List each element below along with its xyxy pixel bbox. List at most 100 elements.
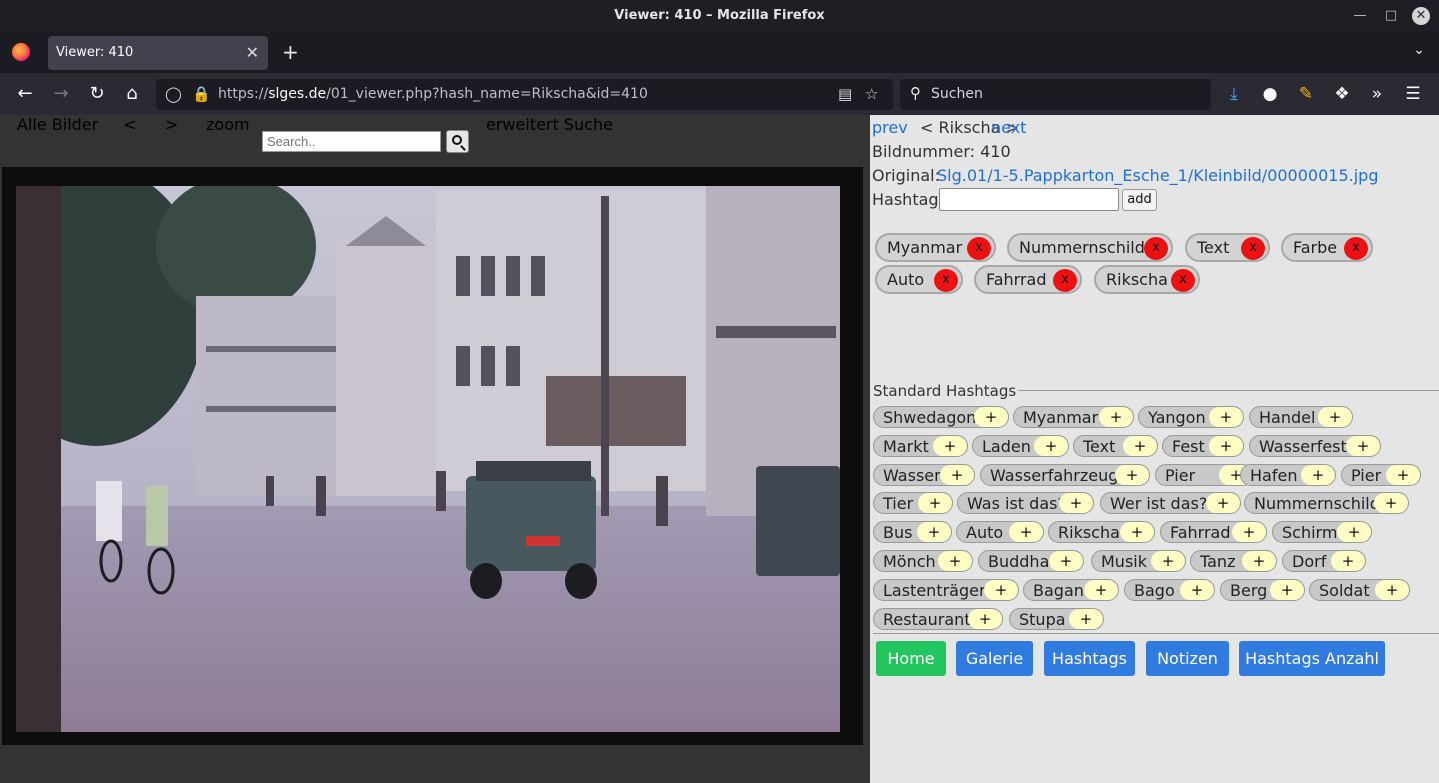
- reload-icon[interactable]: ↻: [86, 84, 108, 104]
- standard-hashtag-chip[interactable]: Musik +: [1091, 550, 1186, 572]
- next-link-text[interactable]: next: [991, 118, 1026, 137]
- add-standard-hashtag-button[interactable]: +: [1331, 551, 1365, 571]
- standard-hashtag-chip[interactable]: Schirm +: [1272, 521, 1372, 543]
- add-standard-hashtag-button[interactable]: +: [1242, 551, 1276, 571]
- standard-hashtag-chip[interactable]: Fahrrad +: [1160, 521, 1267, 543]
- minimize-icon[interactable]: —: [1351, 7, 1369, 25]
- forward-icon[interactable]: →: [50, 84, 72, 104]
- add-standard-hashtag-button[interactable]: +: [1337, 522, 1371, 542]
- standard-hashtag-chip[interactable]: Bus +: [873, 521, 952, 543]
- extensions-icon[interactable]: ❖: [1331, 84, 1353, 104]
- add-hashtag-button[interactable]: add: [1122, 189, 1157, 211]
- standard-hashtag-chip[interactable]: Text +: [1073, 435, 1158, 457]
- assigned-tag-label[interactable]: Auto: [887, 270, 924, 289]
- reader-view-icon[interactable]: ▤: [838, 85, 852, 103]
- browser-tab-active[interactable]: Viewer: 410 ✕: [48, 36, 268, 70]
- nav-button-home[interactable]: Home: [876, 641, 946, 676]
- add-standard-hashtag-button[interactable]: +: [1069, 609, 1103, 629]
- add-standard-hashtag-button[interactable]: +: [1301, 465, 1335, 485]
- add-standard-hashtag-button[interactable]: +: [933, 436, 967, 456]
- standard-hashtag-chip[interactable]: Pier +: [1341, 464, 1421, 486]
- standard-hashtag-chip[interactable]: Fest +: [1162, 435, 1244, 457]
- add-standard-hashtag-button[interactable]: +: [1232, 522, 1266, 542]
- site-search-button[interactable]: [446, 130, 469, 153]
- add-standard-hashtag-button[interactable]: +: [1009, 522, 1043, 542]
- standard-hashtag-chip[interactable]: Restaurant +: [873, 608, 1003, 630]
- add-standard-hashtag-button[interactable]: +: [918, 493, 952, 513]
- list-tabs-icon[interactable]: ⌄: [1413, 42, 1425, 58]
- standard-hashtag-chip[interactable]: Wasserfest +: [1249, 435, 1381, 457]
- remove-tag-button[interactable]: x: [967, 237, 991, 260]
- new-tab-icon[interactable]: +: [282, 40, 299, 64]
- original-path-link[interactable]: Slg.01/1-5.Pappkarton_Esche_1/Kleinbild/…: [937, 166, 1378, 185]
- assigned-tag-label[interactable]: Farbe: [1293, 238, 1337, 257]
- standard-hashtag-chip[interactable]: Stupa +: [1009, 608, 1104, 630]
- standard-hashtag-chip[interactable]: Dorf +: [1282, 550, 1366, 572]
- standard-hashtag-chip[interactable]: Yangon +: [1138, 406, 1244, 428]
- next-link[interactable]: next: [991, 118, 1026, 137]
- add-standard-hashtag-button[interactable]: +: [1049, 551, 1083, 571]
- standard-hashtag-chip[interactable]: Tier +: [873, 492, 953, 514]
- assigned-tag-label[interactable]: Rikscha: [1106, 270, 1168, 289]
- add-standard-hashtag-button[interactable]: +: [1270, 580, 1304, 600]
- remove-tag-button[interactable]: x: [1241, 237, 1265, 260]
- bookmark-star-icon[interactable]: ☆: [865, 85, 878, 103]
- standard-hashtag-chip[interactable]: Tanz +: [1190, 550, 1277, 572]
- site-search-input[interactable]: [262, 131, 441, 152]
- assigned-tag-label[interactable]: Text: [1197, 238, 1229, 257]
- add-standard-hashtag-button[interactable]: +: [968, 609, 1002, 629]
- assigned-tag-label[interactable]: Nummernschild: [1019, 238, 1145, 257]
- nav-button-notizen[interactable]: Notizen: [1146, 641, 1229, 676]
- close-window-icon[interactable]: ✕: [1412, 7, 1430, 25]
- browser-search-bar[interactable]: ⚲ Suchen: [900, 79, 1211, 110]
- standard-hashtag-chip[interactable]: Bago +: [1124, 579, 1215, 601]
- add-standard-hashtag-button[interactable]: +: [1099, 407, 1133, 427]
- standard-hashtag-chip[interactable]: Wasserfahrzeug +: [980, 464, 1150, 486]
- standard-hashtag-chip[interactable]: Handel +: [1249, 406, 1353, 428]
- standard-hashtag-chip[interactable]: Myanmar +: [1013, 406, 1134, 428]
- standard-hashtag-chip[interactable]: Soldat +: [1309, 579, 1410, 601]
- remove-tag-button[interactable]: x: [1144, 237, 1168, 260]
- add-standard-hashtag-button[interactable]: +: [1123, 436, 1157, 456]
- standard-hashtag-chip[interactable]: Wasser +: [873, 464, 975, 486]
- standard-hashtag-chip[interactable]: Shwedagon +: [873, 406, 1009, 428]
- firefox-icon[interactable]: [12, 43, 30, 61]
- prev-link[interactable]: prev: [872, 118, 908, 137]
- standard-hashtag-chip[interactable]: Was ist das? +: [957, 492, 1094, 514]
- add-standard-hashtag-button[interactable]: +: [938, 551, 972, 571]
- address-bar[interactable]: ◯ 🔒 https://slges.de/01_viewer.php?hash_…: [156, 79, 893, 110]
- standard-hashtag-chip[interactable]: Lastenträger +: [873, 579, 1019, 601]
- remove-tag-button[interactable]: x: [934, 269, 958, 292]
- add-standard-hashtag-button[interactable]: +: [1318, 407, 1352, 427]
- standard-hashtag-chip[interactable]: Hafen +: [1240, 464, 1336, 486]
- add-standard-hashtag-button[interactable]: +: [1120, 522, 1154, 542]
- download-icon[interactable]: ⤓: [1223, 84, 1245, 104]
- nav-button-hashtags-anzahl[interactable]: Hashtags Anzahl: [1239, 641, 1385, 676]
- prev-link-text[interactable]: prev: [872, 118, 908, 137]
- add-standard-hashtag-button[interactable]: +: [1084, 580, 1118, 600]
- add-standard-hashtag-button[interactable]: +: [1209, 407, 1243, 427]
- standard-hashtag-chip[interactable]: Wer ist das? +: [1100, 492, 1241, 514]
- extension-icon[interactable]: ●: [1259, 84, 1281, 104]
- add-standard-hashtag-button[interactable]: +: [1059, 493, 1093, 513]
- back-icon[interactable]: ←: [14, 84, 36, 104]
- remove-tag-button[interactable]: x: [1053, 269, 1077, 292]
- add-standard-hashtag-button[interactable]: +: [1115, 465, 1149, 485]
- lock-icon[interactable]: 🔒: [192, 85, 211, 103]
- overflow-menu-icon[interactable]: »: [1366, 84, 1388, 104]
- add-standard-hashtag-button[interactable]: +: [974, 407, 1008, 427]
- add-standard-hashtag-button[interactable]: +: [984, 580, 1018, 600]
- add-standard-hashtag-button[interactable]: +: [1034, 436, 1068, 456]
- url-text[interactable]: https://slges.de/01_viewer.php?hash_name…: [218, 86, 648, 102]
- home-icon[interactable]: ⌂: [121, 84, 143, 104]
- maximize-icon[interactable]: □: [1382, 7, 1400, 25]
- standard-hashtag-chip[interactable]: Markt +: [873, 435, 968, 457]
- remove-tag-button[interactable]: x: [1344, 237, 1368, 260]
- add-standard-hashtag-button[interactable]: +: [1151, 551, 1185, 571]
- standard-hashtag-chip[interactable]: Berg +: [1220, 579, 1305, 601]
- assigned-tag-label[interactable]: Fahrrad: [986, 270, 1047, 289]
- hashtag-input[interactable]: [939, 188, 1119, 211]
- add-standard-hashtag-button[interactable]: +: [1375, 580, 1409, 600]
- pen-extension-icon[interactable]: ✎: [1295, 84, 1317, 104]
- add-standard-hashtag-button[interactable]: +: [917, 522, 951, 542]
